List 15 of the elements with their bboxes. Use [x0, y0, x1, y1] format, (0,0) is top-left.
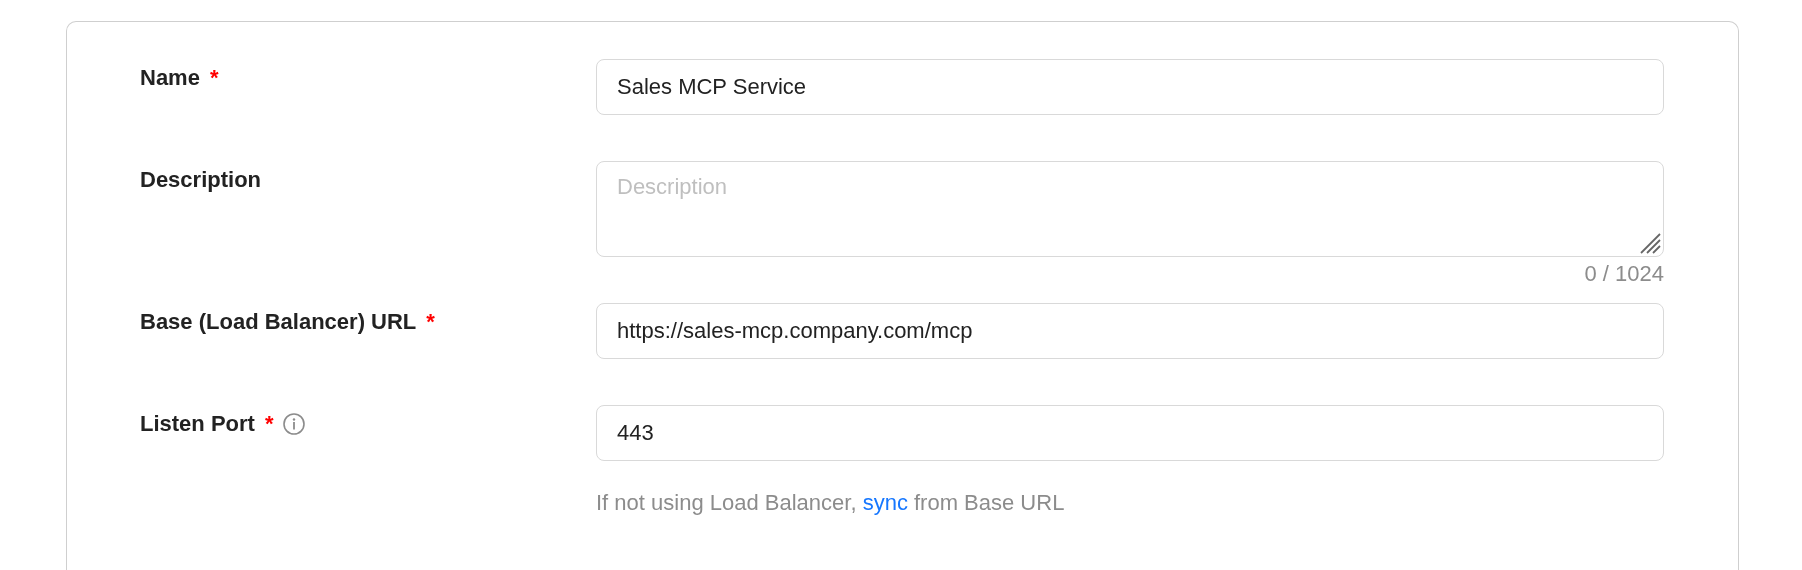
text-field[interactable]: https://sales-mcp.company.com/mcp [596, 303, 1664, 359]
info-icon[interactable] [283, 413, 306, 435]
required-mark: * [426, 308, 435, 336]
field-label: Name [140, 64, 200, 92]
required-mark: * [209, 64, 219, 92]
help-text: If not using Load Balancer, sync from Base URL [596, 489, 1066, 517]
text-field[interactable]: Sales MCP Service [596, 59, 1664, 115]
character-counter: 0 / 1024 [1584, 261, 1664, 286]
required-mark: * [264, 410, 274, 438]
text-field[interactable]: 443 [596, 405, 1664, 461]
description-field[interactable]: Description [596, 161, 1664, 257]
field-label: Listen Port [140, 410, 255, 438]
sync-link[interactable]: sync [862, 490, 908, 515]
field-label: Base (Load Balancer) URL [140, 308, 417, 336]
field-label: Description [140, 166, 262, 194]
